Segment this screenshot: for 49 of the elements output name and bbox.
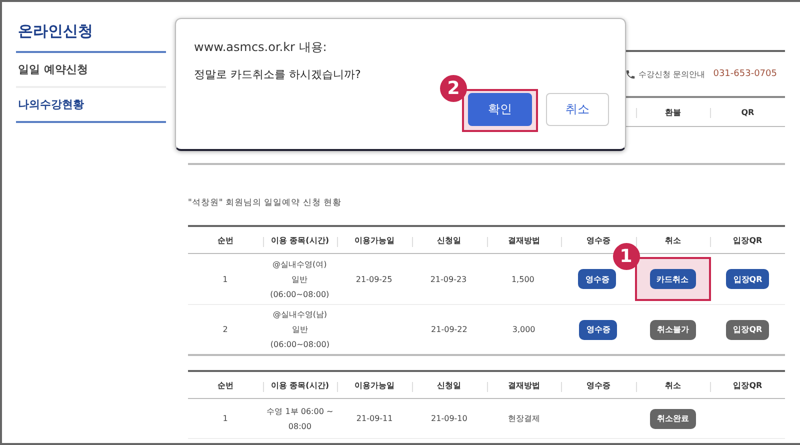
- column-header: 신청일: [437, 234, 462, 246]
- column-header: 이용 종목(시간): [270, 380, 329, 390]
- column-header: 이용가능일: [354, 380, 395, 390]
- action-button[interactable]: 카드취소: [650, 269, 696, 289]
- cancel-button[interactable]: 취소: [546, 93, 609, 126]
- phone-icon: [624, 68, 636, 80]
- sidebar-item[interactable]: 나의수강현황: [16, 88, 166, 123]
- dialog-title: www.asmcs.or.kr 내용:: [194, 39, 328, 56]
- confirm-button[interactable]: 확인: [468, 93, 532, 126]
- table-cell-text: 1,500: [511, 274, 534, 286]
- step-badge: 1: [612, 243, 640, 270]
- action-button[interactable]: 영수증: [578, 269, 616, 289]
- column-header: 영수증: [586, 234, 610, 246]
- table-cell-text: @실내수영(여) 일반 (06:00~08:00): [270, 258, 330, 300]
- table-cell-text: 21-09-10: [431, 413, 468, 425]
- column-header: 결재방법: [508, 234, 540, 246]
- column-header: QR: [741, 108, 754, 116]
- contact-label: 수강신청 문의안내: [638, 68, 706, 80]
- column-header: 영수증: [586, 380, 610, 390]
- table-cell-text: 2: [222, 324, 228, 336]
- table-cell-text: @실내수영(남) 일반 (06:00~08:00): [270, 309, 330, 351]
- table-cell-text: 1: [222, 413, 228, 425]
- column-header: 취소: [665, 380, 682, 390]
- step-badge: 2: [440, 75, 467, 102]
- table-cell-text: 21-09-22: [431, 324, 468, 336]
- action-button[interactable]: 입장QR: [726, 269, 770, 289]
- column-header: 결재방법: [508, 380, 540, 390]
- action-button[interactable]: 영수증: [579, 320, 618, 340]
- table-cell-text: 1: [222, 274, 228, 286]
- table-cell-text: 수영 1부 06:00 ~ 08:00: [266, 406, 334, 432]
- column-header: 순번: [217, 234, 234, 246]
- column-header: 환불: [665, 106, 682, 118]
- column-header: 신청일: [437, 380, 462, 390]
- column-header: 입장QR: [733, 380, 762, 390]
- section-caption: "석창원" 회원님의 일일예약 신청 현황: [188, 197, 343, 209]
- column-header: 이용 종목(시간): [270, 234, 329, 246]
- dialog-message: 정말로 카드취소를 하시겠습니까?: [194, 67, 362, 82]
- column-header: 취소: [665, 234, 682, 246]
- sidebar-title: 온라인신청: [16, 22, 166, 53]
- sidebar-item[interactable]: 일일 예약신청: [16, 53, 166, 88]
- column-header: 순번: [217, 380, 234, 390]
- table-cell-text: 21-09-23: [430, 274, 467, 286]
- table-cell-text: 21-09-25: [356, 274, 392, 286]
- table-cell-text: 3,000: [512, 324, 536, 336]
- column-header: 이용가능일: [354, 234, 395, 246]
- column-header: 입장QR: [733, 234, 762, 246]
- table-cell-text: 현장결제: [508, 413, 540, 425]
- phone-number: 031-653-0705: [713, 69, 777, 79]
- table-cell-text: 21-09-11: [356, 413, 393, 425]
